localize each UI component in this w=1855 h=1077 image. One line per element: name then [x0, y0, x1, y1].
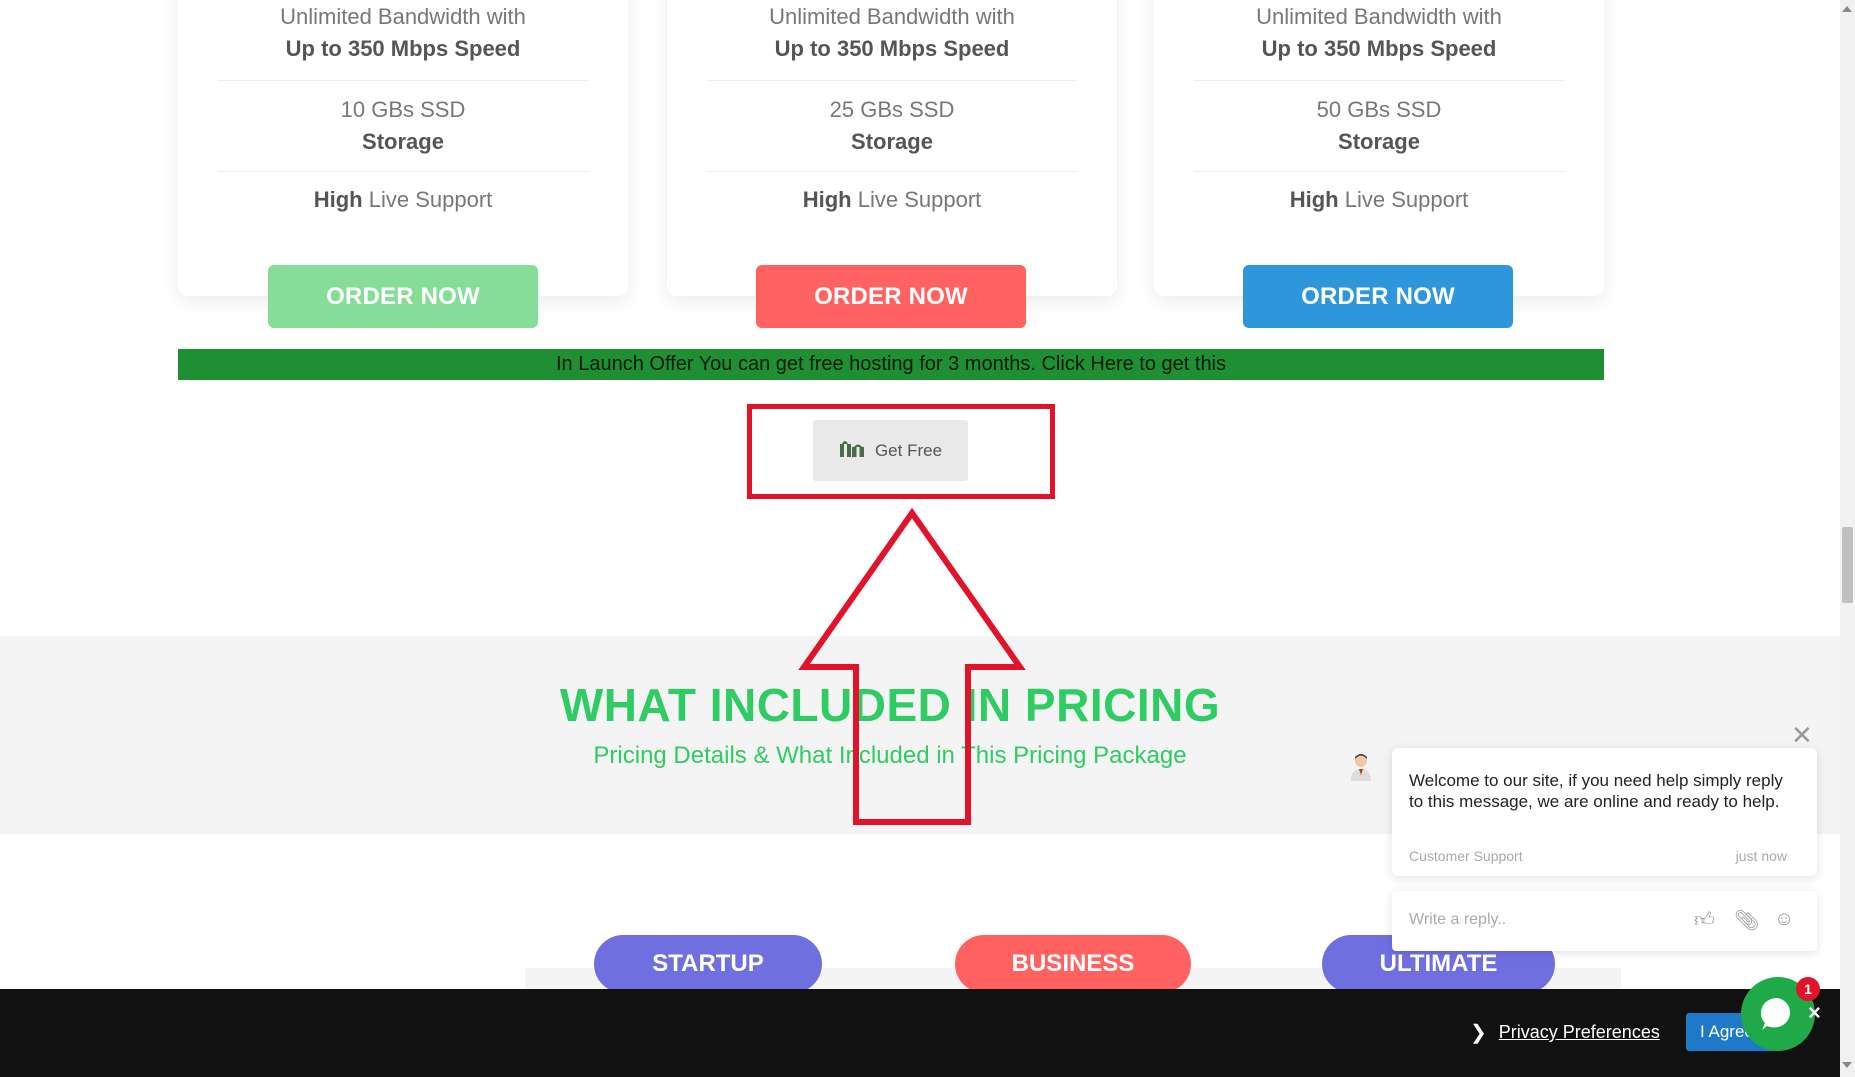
scrollbar-thumb[interactable] — [1842, 527, 1853, 603]
chat-launcher-close-icon[interactable]: × — [1808, 1000, 1821, 1026]
scroll-down-arrow[interactable] — [1842, 1062, 1852, 1068]
privacy-preferences-link[interactable]: ❯ Privacy Preferences — [1470, 1020, 1660, 1045]
pricing-card-business: Unlimited Bandwidth with Up to 350 Mbps … — [667, 0, 1117, 296]
chat-sender: Customer Support — [1409, 848, 1523, 864]
card-bandwidth-line1: Unlimited Bandwidth with — [1256, 4, 1502, 29]
chat-message-text: Welcome to our site, if you need help si… — [1409, 771, 1783, 811]
chevron-right-icon: ❯ — [1470, 1022, 1487, 1044]
support-avatar-icon — [1347, 752, 1375, 782]
card-support: High Live Support — [313, 187, 493, 212]
card-storage-line2: Storage — [1338, 129, 1420, 154]
chat-reply-input[interactable]: Write a reply.. — [1409, 911, 1506, 929]
chat-bubble-icon — [1760, 997, 1791, 1030]
pricing-card-startup: Unlimited Bandwidth with Up to 350 Mbps … — [178, 0, 628, 296]
card-storage-line2: Storage — [851, 129, 933, 154]
order-now-button-startup[interactable]: ORDER NOW — [268, 265, 538, 328]
chat-timestamp: just now — [1735, 848, 1787, 864]
privacy-preferences-label: Privacy Preferences — [1498, 1022, 1660, 1042]
card-storage-line2: Storage — [362, 129, 444, 154]
paperclip-icon[interactable]: 📎︎ — [1734, 908, 1759, 933]
chat-unread-badge: 1 — [1796, 977, 1820, 1001]
card-storage-line1: 10 GBs SSD — [340, 97, 466, 122]
card-bandwidth-line2: Up to 350 Mbps Speed — [285, 36, 521, 61]
card-storage-line1: 50 GBs SSD — [1316, 97, 1442, 122]
chat-message-bubble: Welcome to our site, if you need help si… — [1392, 748, 1817, 876]
thumbs-up-icon[interactable]: 👍︎ — [1694, 908, 1715, 932]
order-now-button-ultimate[interactable]: ORDER NOW — [1243, 265, 1513, 328]
plan-tab-startup[interactable]: STARTUP — [594, 935, 822, 993]
card-bandwidth-line1: Unlimited Bandwidth with — [280, 4, 526, 29]
card-support: High Live Support — [802, 187, 982, 212]
chat-reply-box[interactable]: Write a reply.. 👍︎ 📎︎ ☺ — [1392, 891, 1817, 951]
pricing-card-ultimate: Unlimited Bandwidth with Up to 350 Mbps … — [1154, 0, 1604, 296]
card-bandwidth-line2: Up to 350 Mbps Speed — [774, 36, 1010, 61]
page-scrollbar[interactable] — [1840, 0, 1855, 1077]
card-storage-line1: 25 GBs SSD — [829, 97, 955, 122]
order-now-button-business[interactable]: ORDER NOW — [756, 265, 1026, 328]
emoji-icon[interactable]: ☺ — [1774, 908, 1794, 931]
launch-offer-banner[interactable]: In Launch Offer You can get free hosting… — [178, 349, 1604, 380]
card-bandwidth-line1: Unlimited Bandwidth with — [769, 4, 1015, 29]
plan-tab-business[interactable]: BUSINESS — [955, 935, 1191, 993]
card-support: High Live Support — [1289, 187, 1469, 212]
chat-close-icon[interactable]: ✕ — [1791, 720, 1813, 751]
scroll-up-arrow[interactable] — [1842, 6, 1852, 12]
section-title: WHAT INCLUDED IN PRICING — [559, 679, 1221, 731]
card-bandwidth-line2: Up to 350 Mbps Speed — [1261, 36, 1497, 61]
annotation-highlight-box — [747, 404, 1055, 499]
